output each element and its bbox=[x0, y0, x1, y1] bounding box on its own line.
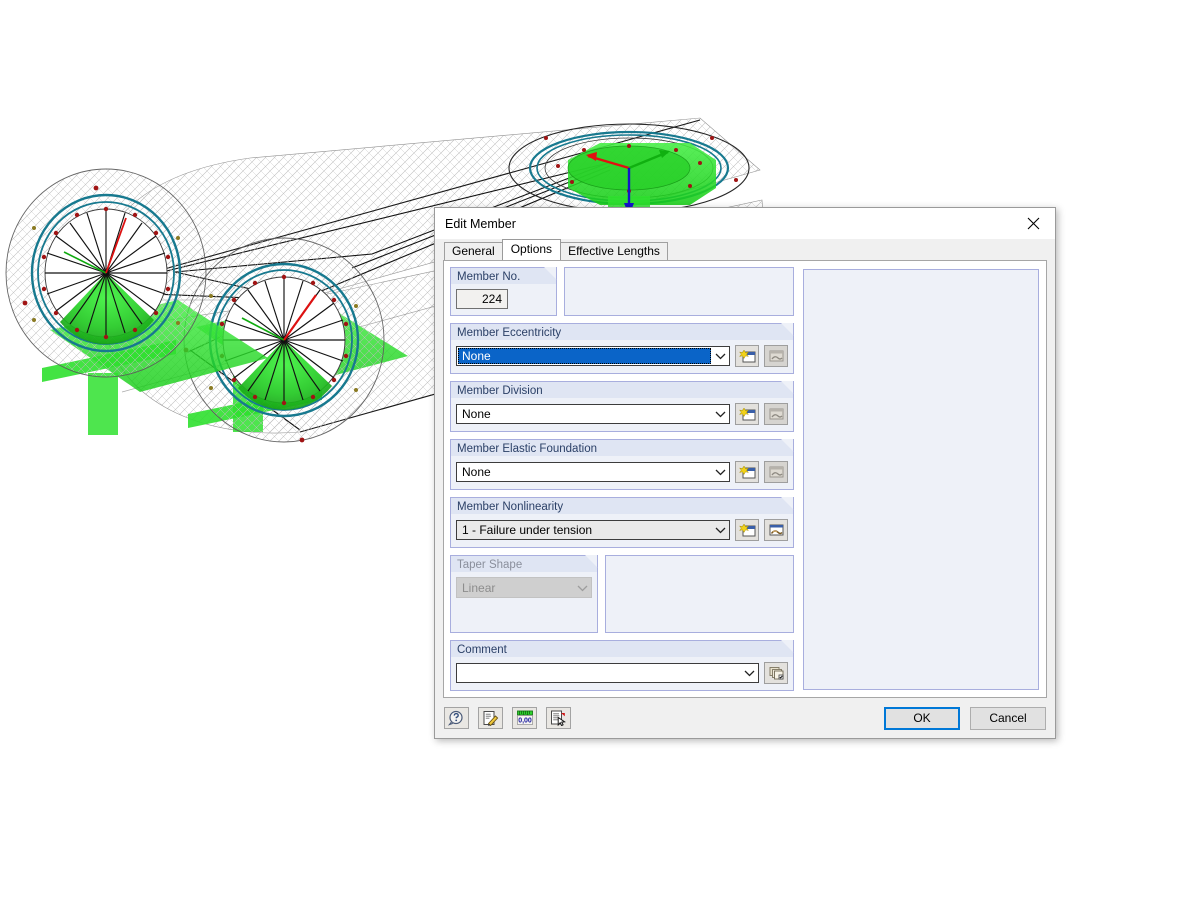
member-elastic-foundation-value: None bbox=[462, 465, 491, 479]
pick-object-icon[interactable] bbox=[546, 707, 571, 729]
taper-shape-group: Taper Shape Linear bbox=[450, 555, 598, 633]
member-division-value: None bbox=[462, 407, 491, 421]
comment-library-button[interactable] bbox=[764, 662, 788, 684]
member-elastic-foundation-combo[interactable]: None bbox=[456, 462, 730, 482]
member-no-group: Member No. 224 bbox=[450, 267, 557, 316]
member-division-combo[interactable]: None bbox=[456, 404, 730, 424]
comment-label: Comment bbox=[450, 640, 794, 657]
cancel-button[interactable]: Cancel bbox=[970, 706, 1046, 730]
chevron-down-icon bbox=[741, 669, 758, 677]
options-tab-page: Member No. 224 Member Eccentricity None bbox=[443, 260, 1047, 698]
member-division-edit-button[interactable] bbox=[764, 403, 788, 425]
svg-text:0,00: 0,00 bbox=[518, 718, 532, 725]
ok-button[interactable]: OK bbox=[884, 706, 960, 730]
member-division-new-button[interactable] bbox=[735, 403, 759, 425]
tab-effective-lengths[interactable]: Effective Lengths bbox=[560, 242, 668, 260]
member-eccentricity-label: Member Eccentricity bbox=[450, 323, 794, 340]
member-elastic-foundation-edit-button[interactable] bbox=[764, 461, 788, 483]
member-nonlinearity-label: Member Nonlinearity bbox=[450, 497, 794, 514]
member-eccentricity-new-button[interactable] bbox=[735, 345, 759, 367]
chevron-down-icon bbox=[712, 526, 729, 534]
chevron-down-icon bbox=[712, 352, 729, 360]
tab-general[interactable]: General bbox=[444, 242, 503, 260]
taper-shape-value: Linear bbox=[462, 580, 496, 595]
dialog-titlebar[interactable]: Edit Member bbox=[435, 208, 1055, 239]
member-eccentricity-combo[interactable]: None bbox=[456, 346, 730, 366]
taper-shape-label: Taper Shape bbox=[450, 555, 598, 572]
taper-shape-preview-panel bbox=[605, 555, 794, 633]
options-form-column: Member No. 224 Member Eccentricity None bbox=[450, 267, 794, 691]
edit-member-dialog: Edit Member General Options Effective Le… bbox=[434, 207, 1056, 739]
member-no-label: Member No. bbox=[450, 267, 557, 284]
member-division-label: Member Division bbox=[450, 381, 794, 398]
numeric-0-00-icon[interactable]: 0,00 bbox=[512, 707, 537, 729]
help-icon[interactable] bbox=[444, 707, 469, 729]
taper-shape-row: Taper Shape Linear bbox=[450, 555, 794, 633]
member-eccentricity-group: Member Eccentricity None bbox=[450, 323, 794, 374]
edit-pencil-icon[interactable] bbox=[478, 707, 503, 729]
member-eccentricity-value: None bbox=[458, 348, 711, 364]
tab-strip: General Options Effective Lengths bbox=[435, 239, 1055, 260]
member-nonlinearity-new-button[interactable] bbox=[735, 519, 759, 541]
comment-group: Comment bbox=[450, 640, 794, 691]
member-nonlinearity-group: Member Nonlinearity 1 - Failure under te… bbox=[450, 497, 794, 548]
member-eccentricity-edit-button[interactable] bbox=[764, 345, 788, 367]
member-no-side-panel bbox=[564, 267, 794, 316]
member-preview-panel bbox=[803, 269, 1039, 690]
taper-shape-combo: Linear bbox=[456, 577, 592, 598]
member-division-group: Member Division None bbox=[450, 381, 794, 432]
tab-options[interactable]: Options bbox=[501, 239, 562, 260]
member-no-row: Member No. 224 bbox=[450, 267, 794, 316]
dialog-title: Edit Member bbox=[445, 216, 516, 231]
chevron-down-icon bbox=[712, 410, 729, 418]
close-icon[interactable] bbox=[1011, 208, 1055, 238]
member-nonlinearity-edit-button[interactable] bbox=[764, 519, 788, 541]
chevron-down-icon bbox=[574, 584, 591, 592]
dialog-footer: 0,00 OK Cancel bbox=[435, 698, 1055, 738]
member-nonlinearity-combo[interactable]: 1 - Failure under tension bbox=[456, 520, 730, 540]
member-elastic-foundation-new-button[interactable] bbox=[735, 461, 759, 483]
member-elastic-foundation-label: Member Elastic Foundation bbox=[450, 439, 794, 456]
chevron-down-icon bbox=[712, 468, 729, 476]
comment-combo[interactable] bbox=[456, 663, 759, 683]
member-nonlinearity-value: 1 - Failure under tension bbox=[462, 523, 593, 537]
member-no-field[interactable]: 224 bbox=[456, 289, 508, 309]
member-elastic-foundation-group: Member Elastic Foundation None bbox=[450, 439, 794, 490]
